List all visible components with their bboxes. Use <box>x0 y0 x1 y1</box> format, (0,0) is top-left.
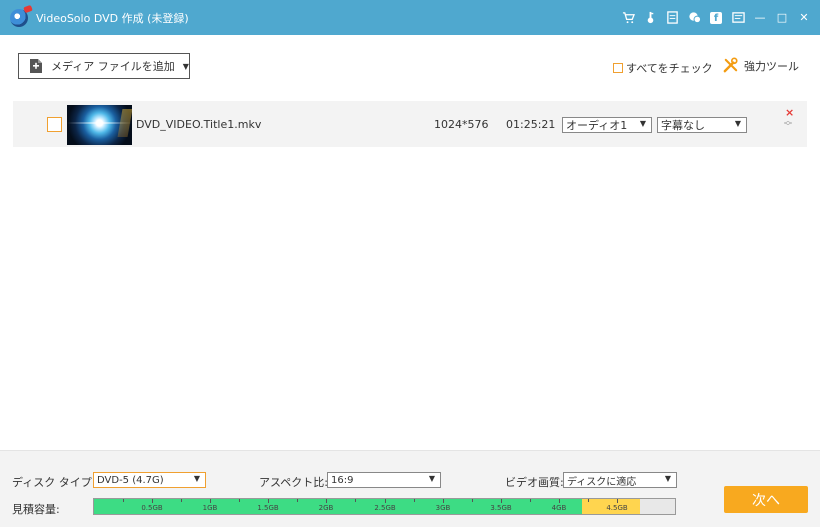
file-duration: 01:25:21 <box>506 118 556 131</box>
audio-track-value: オーディオ1 <box>566 119 628 132</box>
title-bar-controls: f — □ ✕ <box>620 0 812 35</box>
disc-type-value: DVD-5 (4.7G) <box>97 474 164 486</box>
check-all-toggle[interactable]: すべてをチェック <box>613 60 713 76</box>
add-media-file-button[interactable]: メディア ファイルを追加 ▼ <box>18 53 190 79</box>
maximize-icon[interactable]: □ <box>774 10 790 26</box>
capacity-minor-tick <box>414 499 415 502</box>
power-tools-label: 強力ツール <box>744 59 799 73</box>
chevron-down-icon: ▼ <box>182 61 189 71</box>
chevron-down-icon: ▼ <box>193 474 200 483</box>
aspect-ratio-select[interactable]: 16:9 ▼ <box>327 472 441 488</box>
close-icon[interactable]: ✕ <box>796 10 812 26</box>
add-media-label: メディア ファイルを追加 <box>51 60 175 73</box>
capacity-minor-tick <box>472 499 473 502</box>
capacity-tick-label: 2.5GB <box>374 504 396 512</box>
capacity-tick <box>152 499 153 503</box>
cart-icon[interactable] <box>620 10 636 26</box>
app-logo-icon <box>10 9 28 27</box>
capacity-tick <box>559 499 560 503</box>
capacity-tick <box>210 499 211 503</box>
capacity-bar: 0.5GB 1GB 1.5GB 2GB 2.5GB 3GB 3.5GB 4GB 4.5GB <box>93 498 676 515</box>
video-quality-select[interactable]: ディスクに適応 ▼ <box>563 472 677 488</box>
capacity-tick <box>617 499 618 503</box>
capacity-minor-tick <box>355 499 356 502</box>
video-quality-label: ビデオ画質: <box>505 476 564 489</box>
check-all-checkbox[interactable] <box>613 63 623 73</box>
video-quality-value: ディスクに適応 <box>567 476 637 488</box>
capacity-tick <box>326 499 327 503</box>
chevron-down-icon: ▼ <box>734 119 741 128</box>
capacity-label: 見積容量: <box>12 503 60 516</box>
capacity-tick <box>501 499 502 503</box>
minimize-icon[interactable]: — <box>752 10 768 26</box>
key-icon[interactable] <box>642 10 658 26</box>
capacity-tick <box>443 499 444 503</box>
capacity-tick-label: 3GB <box>435 504 451 512</box>
window-title: VideoSolo DVD 作成 (未登録) <box>36 12 189 25</box>
capacity-tick-label: 3.5GB <box>490 504 512 512</box>
check-all-label: すべてをチェック <box>626 62 713 75</box>
capacity-tick-label: 1.5GB <box>257 504 279 512</box>
capacity-tick <box>385 499 386 503</box>
facebook-icon[interactable]: f <box>708 10 724 26</box>
capacity-tick-label: 4GB <box>551 504 567 512</box>
capacity-minor-tick <box>181 499 182 502</box>
subtitle-value: 字幕なし <box>661 119 705 132</box>
video-thumbnail[interactable] <box>67 105 132 145</box>
chevron-down-icon: ▼ <box>639 119 646 128</box>
capacity-minor-tick <box>297 499 298 502</box>
capacity-minor-tick <box>588 499 589 502</box>
file-resolution: 1024*576 <box>434 118 489 131</box>
subtitle-select[interactable]: 字幕なし ▼ <box>657 117 747 133</box>
file-name: DVD_VIDEO.Title1.mkv <box>136 118 262 131</box>
menu-icon[interactable] <box>730 10 746 26</box>
feedback-icon[interactable] <box>686 10 702 26</box>
capacity-tick-label: 4.5GB <box>606 504 628 512</box>
next-button[interactable]: 次へ <box>724 486 808 513</box>
chevron-down-icon: ▼ <box>664 474 671 483</box>
title-bar: VideoSolo DVD 作成 (未登録) f — □ ✕ <box>0 0 820 35</box>
power-tools-button[interactable]: 強力ツール <box>722 57 799 74</box>
capacity-tick-label: 0.5GB <box>141 504 163 512</box>
tools-icon <box>723 57 738 73</box>
facebook-glyph: f <box>710 11 722 24</box>
capacity-tick <box>268 499 269 503</box>
add-file-icon <box>29 58 43 74</box>
aspect-ratio-value: 16:9 <box>331 474 354 486</box>
capacity-minor-tick <box>123 499 124 502</box>
aspect-ratio-label: アスペクト比: <box>259 476 328 489</box>
chevron-down-icon: ▼ <box>428 474 435 483</box>
document-icon[interactable] <box>664 10 680 26</box>
file-checkbox[interactable] <box>47 117 62 132</box>
disc-type-label: ディスク タイプ <box>12 476 92 489</box>
move-down-icon[interactable]: ﹀ <box>784 121 792 132</box>
audio-track-select[interactable]: オーディオ1 ▼ <box>562 117 652 133</box>
file-row[interactable]: DVD_VIDEO.Title1.mkv 1024*576 01:25:21 オ… <box>13 101 807 147</box>
bottom-settings-panel: ディスク タイプ DVD-5 (4.7G) ▼ アスペクト比: 16:9 ▼ ビ… <box>0 450 820 527</box>
disc-type-select[interactable]: DVD-5 (4.7G) ▼ <box>93 472 206 488</box>
capacity-tick-label: 2GB <box>318 504 334 512</box>
capacity-minor-tick <box>239 499 240 502</box>
capacity-tick-label: 1GB <box>202 504 218 512</box>
capacity-minor-tick <box>530 499 531 502</box>
